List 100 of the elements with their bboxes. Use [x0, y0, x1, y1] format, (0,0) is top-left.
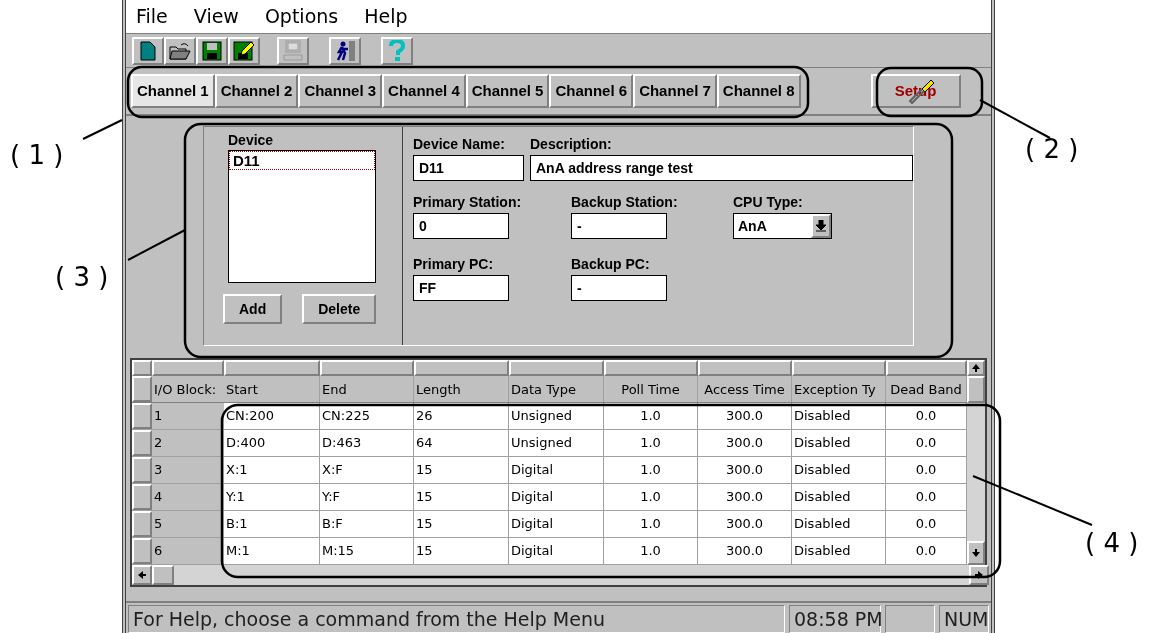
column-select-button[interactable]: [792, 360, 886, 376]
row-select-button[interactable]: [132, 511, 152, 537]
scroll-down-button[interactable]: [967, 541, 985, 565]
device-button[interactable]: Add: [223, 294, 283, 324]
menu-item[interactable]: Options: [264, 2, 339, 31]
table-cell[interactable]: X:1: [224, 457, 320, 483]
table-cell[interactable]: Unsigned: [509, 403, 604, 429]
table-cell[interactable]: 1.0: [604, 403, 698, 429]
channel-tab[interactable]: Channel 6: [549, 74, 634, 108]
table-cell[interactable]: CN:200: [224, 403, 320, 429]
table-cell[interactable]: Y:1: [224, 484, 320, 510]
table-cell[interactable]: Digital: [509, 457, 604, 483]
channel-tab[interactable]: Channel 3: [298, 74, 383, 108]
column-select-button[interactable]: [698, 360, 792, 376]
column-select-button[interactable]: [152, 360, 224, 376]
column-select-button[interactable]: [224, 360, 320, 376]
table-cell[interactable]: 1.0: [604, 484, 698, 510]
table-cell[interactable]: 15: [414, 457, 509, 483]
table-cell[interactable]: D:463: [320, 430, 414, 456]
table-cell[interactable]: 300.0: [698, 403, 792, 429]
device-name-field[interactable]: D11: [413, 155, 524, 181]
description-field[interactable]: AnA address range test: [530, 155, 913, 181]
toolbar-button[interactable]: [329, 36, 361, 65]
row-select-button[interactable]: [132, 457, 152, 483]
table-cell[interactable]: 300.0: [698, 511, 792, 537]
device-button[interactable]: Delete: [302, 294, 377, 324]
corner-button[interactable]: [132, 360, 152, 376]
column-select-button[interactable]: [320, 360, 414, 376]
table-cell[interactable]: Disabled: [792, 511, 886, 537]
table-cell[interactable]: 300.0: [698, 538, 792, 564]
table-cell[interactable]: 300.0: [698, 457, 792, 483]
menu-item[interactable]: View: [193, 2, 239, 31]
table-cell[interactable]: 64: [414, 430, 509, 456]
table-cell[interactable]: 0.0: [886, 511, 967, 537]
table-cell[interactable]: 1.0: [604, 538, 698, 564]
horizontal-scrollbar[interactable]: [132, 565, 989, 585]
cpu-type-select[interactable]: AnA: [733, 213, 832, 239]
table-cell[interactable]: Y:F: [320, 484, 414, 510]
menu-item[interactable]: File: [136, 2, 168, 31]
channel-tab[interactable]: Channel 1: [131, 74, 215, 108]
row-select-button[interactable]: [132, 403, 152, 429]
column-select-button[interactable]: [414, 360, 509, 376]
table-cell[interactable]: 0.0: [886, 403, 967, 429]
table-cell[interactable]: D:400: [224, 430, 320, 456]
channel-tab[interactable]: Channel 2: [214, 74, 299, 108]
column-select-button[interactable]: [509, 360, 604, 376]
table-cell[interactable]: 1.0: [604, 457, 698, 483]
table-cell[interactable]: 15: [414, 538, 509, 564]
channel-tab[interactable]: Channel 7: [633, 74, 717, 108]
table-cell[interactable]: CN:225: [320, 403, 414, 429]
column-select-button[interactable]: [604, 360, 698, 376]
table-cell[interactable]: Disabled: [792, 403, 886, 429]
primary-station-field[interactable]: 0: [413, 213, 509, 239]
column-select-button[interactable]: [886, 360, 967, 376]
table-cell[interactable]: B:F: [320, 511, 414, 537]
toolbar-button[interactable]: [196, 36, 228, 65]
vertical-scrollbar[interactable]: [967, 360, 985, 565]
primary-pc-field[interactable]: FF: [413, 275, 509, 301]
table-cell[interactable]: Disabled: [792, 430, 886, 456]
row-select-button[interactable]: [132, 430, 152, 456]
row-select-button[interactable]: [132, 538, 152, 564]
table-cell[interactable]: 0.0: [886, 430, 967, 456]
table-cell[interactable]: 1.0: [604, 430, 698, 456]
channel-tab[interactable]: Channel 5: [465, 74, 550, 108]
table-cell[interactable]: 1.0: [604, 511, 698, 537]
toolbar-button[interactable]: [164, 36, 196, 65]
table-cell[interactable]: M:15: [320, 538, 414, 564]
menu-item[interactable]: Help: [364, 2, 408, 31]
scroll-left-button[interactable]: [132, 565, 152, 585]
backup-station-field[interactable]: -: [571, 213, 667, 239]
scroll-up-button[interactable]: [967, 360, 985, 376]
header-row-button[interactable]: [132, 376, 152, 402]
table-cell[interactable]: M:1: [224, 538, 320, 564]
table-cell[interactable]: Digital: [509, 484, 604, 510]
toolbar-button[interactable]: [132, 36, 164, 65]
table-cell[interactable]: 300.0: [698, 430, 792, 456]
table-cell[interactable]: Digital: [509, 511, 604, 537]
horizontal-scroll-thumb[interactable]: [152, 565, 174, 585]
table-cell[interactable]: B:1: [224, 511, 320, 537]
device-list[interactable]: D11: [228, 150, 376, 283]
backup-pc-field[interactable]: -: [571, 275, 667, 301]
table-cell[interactable]: Digital: [509, 538, 604, 564]
device-list-item[interactable]: D11: [229, 151, 375, 170]
table-cell[interactable]: Disabled: [792, 538, 886, 564]
row-select-button[interactable]: [132, 484, 152, 510]
toolbar-button[interactable]: [228, 36, 260, 65]
table-cell[interactable]: 26: [414, 403, 509, 429]
channel-tab[interactable]: Channel 4: [382, 74, 466, 108]
table-cell[interactable]: 0.0: [886, 538, 967, 564]
table-cell[interactable]: X:F: [320, 457, 414, 483]
table-cell[interactable]: Disabled: [792, 484, 886, 510]
table-cell[interactable]: Disabled: [792, 457, 886, 483]
table-cell[interactable]: 0.0: [886, 484, 967, 510]
table-cell[interactable]: 15: [414, 484, 509, 510]
scroll-thumb[interactable]: [967, 376, 985, 403]
channel-tab[interactable]: Channel 8: [716, 74, 801, 108]
table-cell[interactable]: 15: [414, 511, 509, 537]
table-cell[interactable]: 0.0: [886, 457, 967, 483]
table-cell[interactable]: Unsigned: [509, 430, 604, 456]
table-cell[interactable]: 300.0: [698, 484, 792, 510]
